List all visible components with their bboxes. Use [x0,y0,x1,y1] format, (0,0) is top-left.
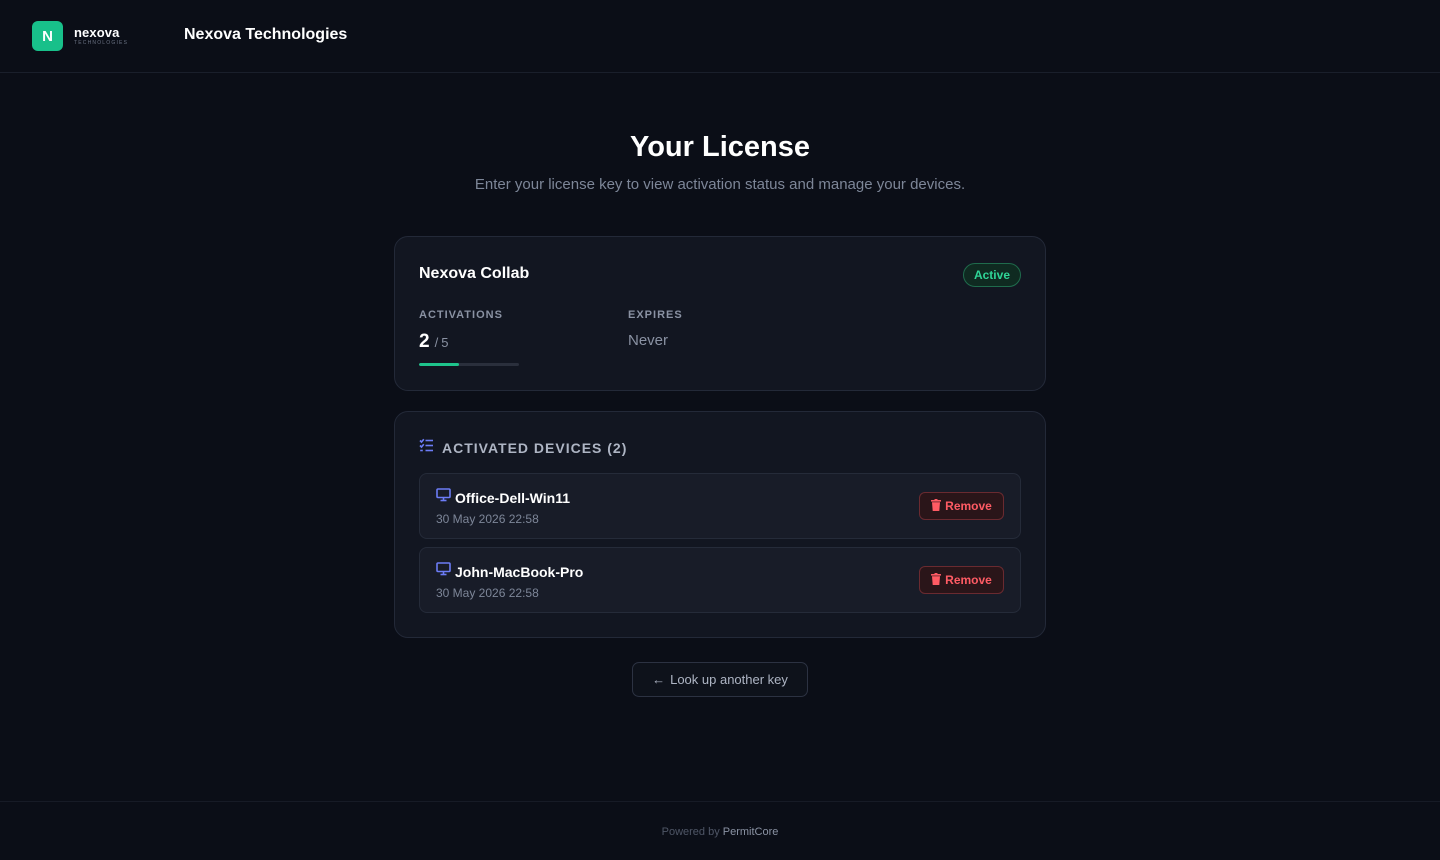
logo-mark: N [32,21,63,51]
device-row: John-MacBook-Pro 30 May 2026 22:58 Remov… [419,547,1021,613]
top-bar: N nexova TECHNOLOGIES Nexova Technologie… [0,0,1440,73]
device-name-group: Office-Dell-Win11 [436,488,570,507]
activations-separator: / [434,335,439,350]
remove-device-button[interactable]: Remove [919,566,1004,594]
trash-icon [931,572,945,588]
logo-text: nexova TECHNOLOGIES [74,26,128,46]
footer: Powered by PermitCore [0,801,1440,860]
monitor-icon [436,488,451,507]
logo-word: nexova [74,25,120,40]
device-date: 30 May 2026 22:58 [436,586,539,600]
company-name: Nexova Technologies [184,26,348,43]
logo-subword: TECHNOLOGIES [74,40,129,46]
remove-label: Remove [945,573,992,587]
arrow-left-icon: ← [652,672,666,687]
activations-label: ACTIVATIONS [419,309,503,321]
trash-icon [931,498,945,514]
back-button-label: Look up another key [670,672,788,687]
devices-card: ACTIVATED DEVICES (2) Office-Dell-Win11 … [394,411,1046,638]
device-name-group: John-MacBook-Pro [436,562,583,581]
page-title: Your License [630,131,810,163]
remove-device-button[interactable]: Remove [919,492,1004,520]
product-name: Nexova Collab [419,265,530,282]
expires-value: Never [628,332,669,349]
footer-text: Powered by PermitCore [0,826,1440,838]
status-badge: Active [962,263,1021,287]
activations-value: 2 / 5 [419,331,448,353]
logo[interactable]: N nexova TECHNOLOGIES [32,21,128,51]
activations-progress-fill [419,363,459,366]
device-date: 30 May 2026 22:58 [436,512,539,526]
page-subtitle: Enter your license key to view activatio… [474,176,966,193]
activations-total: 5 [441,335,449,350]
footer-brand-link[interactable]: PermitCore [723,826,779,838]
remove-label: Remove [945,499,992,513]
monitor-icon [436,562,451,581]
devices-header: ACTIVATED DEVICES (2) [419,438,627,457]
activations-progress-bar [419,363,519,366]
license-card: Nexova Collab Active ACTIVATIONS 2 / 5 E… [394,236,1046,391]
device-row: Office-Dell-Win11 30 May 2026 22:58 Remo… [419,473,1021,539]
list-check-icon [419,438,434,457]
footer-prefix: Powered by [661,826,720,838]
device-name: John-MacBook-Pro [455,563,584,580]
expires-label: EXPIRES [628,309,683,321]
devices-title: ACTIVATED DEVICES (2) [442,439,628,456]
activations-used: 2 [419,331,430,352]
look-up-another-key-button[interactable]: ← Look up another key [632,662,808,697]
device-name: Office-Dell-Win11 [455,489,571,506]
